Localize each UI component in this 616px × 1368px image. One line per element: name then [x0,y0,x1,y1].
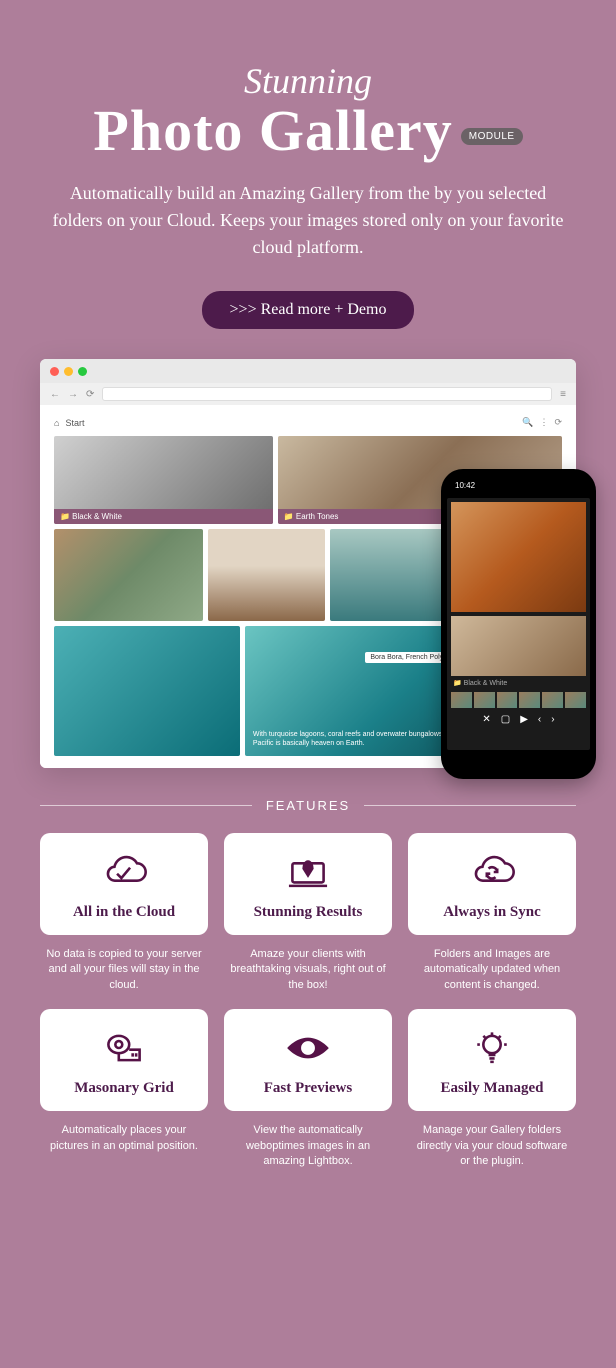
measure-tape-icon [50,1029,198,1072]
feature-previews: Fast Previews View the automatically web… [224,1009,392,1169]
feature-grid: Masonary Grid Automatically places your … [40,1009,208,1169]
phone-screen: 📁 Black & White ✕ ▢ ▶ ‹ › [447,498,590,750]
play-icon: ▶ [520,714,528,725]
feature-title: All in the Cloud [50,904,198,921]
phone-image [451,616,586,676]
eye-icon [234,1029,382,1072]
menu-icon: ≡ [560,389,566,400]
feature-desc: Amaze your clients with breathtaking vis… [224,935,392,993]
close-dot-icon [50,367,59,376]
search-icon: 🔍 [522,417,533,428]
refresh-icon: ⟳ [554,417,562,428]
features-grid: All in the Cloud No data is copied to yo… [0,833,616,1169]
album-label: 📁 Black & White [54,509,273,524]
browser-toolbar: ← → ⟳ ≡ [40,383,576,405]
phone-album-label: 📁 Black & White [447,676,590,690]
gallery-image [54,529,203,621]
feature-desc: Manage your Gallery folders directly via… [408,1111,576,1169]
refresh-icon: ⟳ [86,389,94,400]
gallery-image [54,626,240,756]
feature-desc: Folders and Images are automatically upd… [408,935,576,993]
phone-controls: ✕ ▢ ▶ ‹ › [447,710,590,729]
phone-mockup: 10:42 📁 Black & White ✕ ▢ ▶ ‹ › [441,469,596,779]
more-icon: ⋮ [539,417,548,428]
prev-icon: ‹ [538,714,541,725]
home-icon: ⌂ [54,418,59,428]
feature-title: Easily Managed [418,1080,566,1097]
next-icon: › [551,714,554,725]
url-input [102,387,552,401]
feature-title: Masonary Grid [50,1080,198,1097]
lightbulb-icon [418,1029,566,1072]
laptop-rocket-icon [234,853,382,896]
read-more-button[interactable]: >>> Read more + Demo [202,291,415,329]
breadcrumb-start: Start [65,418,84,428]
cloud-sync-icon [418,853,566,896]
feature-cloud: All in the Cloud No data is copied to yo… [40,833,208,993]
feature-sync: Always in Sync Folders and Images are au… [408,833,576,993]
feature-desc: No data is copied to your server and all… [40,935,208,993]
feature-results: Stunning Results Amaze your clients with… [224,833,392,993]
module-badge: MODULE [461,128,523,145]
gallery-image [208,529,324,621]
maximize-dot-icon [78,367,87,376]
minimize-dot-icon [64,367,73,376]
cloud-check-icon [50,853,198,896]
feature-managed: Easily Managed Manage your Gallery folde… [408,1009,576,1169]
browser-titlebar [40,359,576,383]
features-label: FEATURES [266,798,350,813]
hero: Stunning Photo Gallery MODULE Automatica… [0,0,616,359]
forward-icon: → [68,389,78,400]
back-icon: ← [50,389,60,400]
feature-title: Always in Sync [418,904,566,921]
phone-notch [494,488,544,498]
feature-desc: View the automatically weboptimes images… [224,1111,392,1169]
fullscreen-icon: ▢ [501,714,510,725]
mockup: ← → ⟳ ≡ ⌂ Start 🔍 ⋮ ⟳ 📁 [0,359,616,768]
feature-title: Fast Previews [234,1080,382,1097]
close-icon: ✕ [482,714,490,725]
feature-desc: Automatically places your pictures in an… [40,1111,208,1154]
hero-eyebrow: Stunning [40,60,576,102]
phone-image [451,502,586,612]
album-black-white: 📁 Black & White [54,436,273,524]
phone-thumbnails [447,690,590,710]
hero-title: Photo Gallery [93,102,452,160]
hero-description: Automatically build an Amazing Gallery f… [48,180,568,261]
feature-title: Stunning Results [234,904,382,921]
